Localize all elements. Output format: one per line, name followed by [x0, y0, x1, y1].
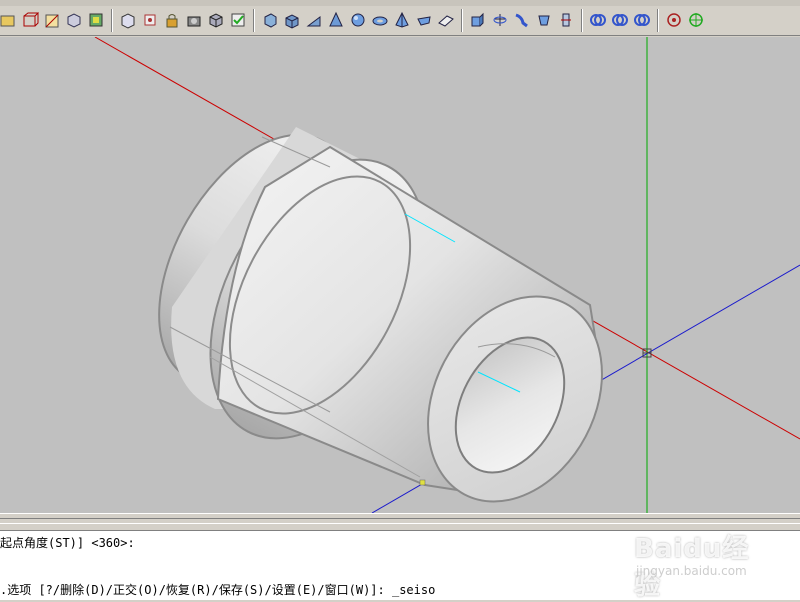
viewport-canvas[interactable]: [0, 37, 800, 513]
union-icon[interactable]: [588, 10, 608, 30]
zoom-icon[interactable]: [86, 10, 106, 30]
toolbar-separator: [253, 9, 255, 32]
cone-icon[interactable]: [326, 10, 346, 30]
check-icon[interactable]: [228, 10, 248, 30]
modeling-toolbar: [0, 6, 800, 36]
command-prompt-line[interactable]: .选项 [?/删除(D)/正交(O)/恢复(R)/保存(S)/设置(E)/窗口(…: [0, 581, 435, 598]
drawing-viewport[interactable]: [0, 37, 800, 513]
sweep-icon[interactable]: [512, 10, 532, 30]
revolve-icon[interactable]: [490, 10, 510, 30]
slice-icon[interactable]: [556, 10, 576, 30]
orbit-icon[interactable]: [664, 10, 684, 30]
grip-point[interactable]: [419, 479, 426, 486]
mesh-icon[interactable]: [436, 10, 456, 30]
command-history-line: 起点角度(ST)] <360>:: [0, 536, 135, 550]
command-window[interactable]: 起点角度(ST)] <360>: .选项 [?/删除(D)/正交(O)/恢复(R…: [0, 531, 800, 600]
box-wire-icon[interactable]: [20, 10, 40, 30]
dish-icon[interactable]: [414, 10, 434, 30]
target-icon[interactable]: [686, 10, 706, 30]
sphere-icon[interactable]: [348, 10, 368, 30]
toolbar-separator: [581, 9, 583, 32]
cube-icon[interactable]: [206, 10, 226, 30]
open-icon[interactable]: [0, 10, 18, 30]
view-icon[interactable]: [42, 10, 62, 30]
toolbar-separator: [111, 9, 113, 32]
lock-icon[interactable]: [162, 10, 182, 30]
wedge-icon[interactable]: [304, 10, 324, 30]
extrude-icon[interactable]: [468, 10, 488, 30]
intersect-icon[interactable]: [632, 10, 652, 30]
bushing-solid[interactable]: [119, 102, 636, 513]
subtract-icon[interactable]: [610, 10, 630, 30]
cube-solid-icon[interactable]: [282, 10, 302, 30]
clip-icon[interactable]: [140, 10, 160, 30]
loft-icon[interactable]: [534, 10, 554, 30]
box-view-icon[interactable]: [118, 10, 138, 30]
box-solid-icon[interactable]: [260, 10, 280, 30]
toolbar-separator: [461, 9, 463, 32]
pyramid-icon[interactable]: [392, 10, 412, 30]
toolbar-separator: [657, 9, 659, 32]
command-splitter[interactable]: [0, 513, 800, 531]
view3d-icon[interactable]: [64, 10, 84, 30]
torus-icon[interactable]: [370, 10, 390, 30]
camera-icon[interactable]: [184, 10, 204, 30]
